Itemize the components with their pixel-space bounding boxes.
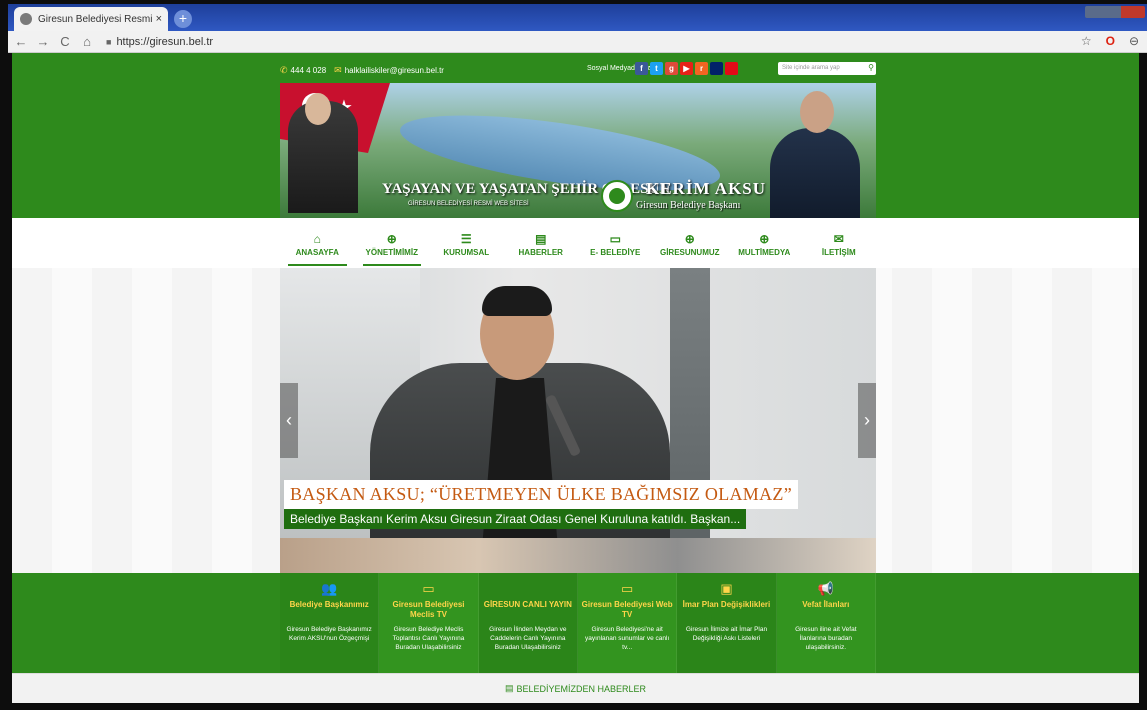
quicklink-desc: Giresun İlimize ait İmar Plan Değişikliğ… [685, 626, 768, 642]
quicklink-box[interactable]: ▣ İmar Plan Değişiklikleri Giresun İlimize… [677, 573, 777, 673]
quicklink-box[interactable]: ▭ Giresun Belediyesi Meclis TV Giresun Bel… [379, 573, 479, 673]
quicklink-box[interactable]: ▭ Giresun Belediyesi Web TV Giresun Beledi… [577, 573, 678, 673]
favicon-icon [20, 13, 32, 25]
header-banner: ★ YAŞAYAN VE YAŞATAN ŞEHİR GİRESUN GİRES… [280, 83, 876, 218]
monitor-icon: ▭ [609, 231, 621, 246]
slider-summary[interactable]: Belediye Başkanı Kerim Aksu Giresun Zira… [284, 509, 747, 529]
menu-icon: ☰ [460, 231, 472, 246]
opera-icon[interactable]: O [1106, 34, 1115, 48]
plus-circle-icon: ⊕ [386, 231, 397, 246]
twitter-icon[interactable]: t [650, 62, 663, 75]
municipality-logo[interactable] [601, 180, 633, 212]
browser-window: Giresun Belediyesi Resmi Web S... × + ← … [0, 0, 1147, 710]
monitor-icon: ▭ [621, 581, 634, 596]
quicklink-box[interactable]: GİRESUN CANLI YAYIN Giresun İlinden Meyda… [478, 573, 578, 673]
nav-label: E- BELEDİYE [590, 247, 641, 257]
rss-icon[interactable]: r [695, 62, 708, 75]
quicklink-desc: Giresun iline ait Vefat İlanlarına burad… [795, 626, 857, 651]
new-tab-button[interactable]: + [174, 10, 192, 28]
quicklink-box[interactable]: 📢 Vefat İlanları Giresun iline ait Vefat İ… [776, 573, 876, 673]
slider-headline[interactable]: BAŞKAN AKSU; “ÜRETMEYEN ÜLKE BAĞIMSIZ OL… [284, 480, 798, 509]
phone-number[interactable]: 444 4 028 [291, 66, 327, 75]
url-field[interactable]: ■ https://giresun.bel.tr [106, 36, 213, 48]
quicklinks: 👥 Belediye Başkanımız Giresun Belediye Baş… [280, 573, 876, 673]
quicklink-title: Giresun Belediyesi Web TV [581, 600, 673, 619]
address-bar: ← → C ⌂ ■ https://giresun.bel.tr ☆ O ⊖ [8, 31, 1147, 53]
quicklink-title: Giresun Belediyesi Meclis TV [392, 600, 465, 619]
back-icon[interactable]: ← [12, 34, 30, 49]
megaphone-icon: 📢 [817, 581, 834, 596]
news-section-header[interactable]: ▤ BELEDİYEMİZDEN HABERLER [12, 673, 1139, 703]
news-section-title: BELEDİYEMİZDEN HABERLER [516, 683, 647, 694]
plus-circle-icon: ⊕ [759, 231, 770, 246]
email-link[interactable]: halklailiskiler@giresun.bel.tr [345, 66, 444, 75]
account-icon[interactable]: ⊖ [1129, 34, 1139, 48]
quicklink-box[interactable]: 👥 Belediye Başkanımız Giresun Belediye Baş… [280, 573, 380, 673]
tab-strip: Giresun Belediyesi Resmi Web S... × + [8, 4, 1147, 31]
toolbar-right: ☆ O ⊖ [1081, 34, 1139, 48]
quicklink-desc: Giresun Belediye Meclis Toplantısı Canlı… [392, 626, 465, 651]
quicklink-title: İmar Plan Değişiklikleri [682, 600, 771, 609]
quicklink-title: Belediye Başkanımız [289, 600, 369, 609]
home-icon: ⌂ [313, 231, 321, 246]
social-icons: f t g ▶ r [635, 62, 738, 75]
url-text: https://giresun.bel.tr [116, 35, 214, 48]
search-placeholder: Site içinde arama yap [782, 65, 840, 71]
quicklink-desc: Giresun Belediye Başkanımız Kerim AKSU'n… [286, 626, 372, 642]
email-icon: ✉ [334, 64, 342, 75]
users-icon: 👥 [321, 581, 338, 596]
main-nav: ⌂ ANASAYFA ⊕ YÖNETİMİMİZ ☰ KURUMSAL ▤ HABERLER ▭… [280, 222, 876, 266]
slider-next-button[interactable]: › [858, 383, 876, 458]
quicklink-title: GİRESUN CANLI YAYIN [483, 600, 572, 609]
search-icon[interactable]: ⚲ [868, 63, 874, 72]
reload-icon[interactable]: C [56, 34, 74, 49]
tab-title: Giresun Belediyesi Resmi Web S... [38, 13, 152, 25]
bookmark-star-icon[interactable]: ☆ [1081, 34, 1092, 48]
plus-circle-icon: ⊕ [684, 231, 695, 246]
blank-icon [479, 581, 577, 597]
newspaper-icon: ▤ [535, 231, 547, 246]
briefcase-icon: ▣ [720, 581, 733, 596]
mayor-name: KERİM AKSU [646, 179, 767, 198]
nav-item-8[interactable]: ✉ İLETİŞİM [802, 222, 877, 266]
nav-item-7[interactable]: ⊕ MULTİMEDYA [727, 222, 802, 266]
mayor-image [770, 128, 860, 218]
slider-prev-button[interactable]: ‹ [280, 383, 298, 458]
banner-subtitle: GİRESUN BELEDİYESİ RESMİ WEB SİTESİ [408, 201, 529, 207]
monitor-icon: ▭ [422, 581, 435, 596]
facebook-icon[interactable]: f [635, 62, 648, 75]
nav-item-6[interactable]: ⊕ GİRESUNUMUZ [653, 222, 728, 266]
phone-icon: ✆ [280, 64, 288, 75]
mayor-title: Giresun Belediye Başkanı [636, 200, 741, 211]
nav-item-3[interactable]: ☰ KURUMSAL [429, 222, 504, 266]
nav-label: GİRESUNUMUZ [659, 247, 720, 257]
nav-label: KURUMSAL [443, 247, 490, 257]
nav-label: HABERLER [518, 247, 563, 257]
lock-icon: ■ [106, 36, 112, 47]
close-tab-icon[interactable]: × [156, 13, 162, 25]
window-controls[interactable] [1085, 6, 1145, 18]
nav-item-5[interactable]: ▭ E- BELEDİYE [578, 222, 653, 266]
nav-item-2[interactable]: ⊕ YÖNETİMİMİZ [355, 222, 430, 266]
newspaper-icon: ▤ [504, 683, 514, 693]
envelope-icon: ✉ [833, 231, 844, 246]
browser-tab[interactable]: Giresun Belediyesi Resmi Web S... × [14, 7, 168, 31]
nav-item-4[interactable]: ▤ HABERLER [504, 222, 579, 266]
home-icon[interactable]: ⌂ [78, 34, 96, 49]
forward-icon[interactable]: → [34, 34, 52, 49]
nav-label: ANASAYFA [295, 247, 339, 257]
nav-label: İLETİŞİM [821, 247, 856, 257]
quicklink-title: Vefat İlanları [802, 600, 850, 609]
nav-label: YÖNETİMİMİZ [365, 247, 418, 257]
quicklink-desc: Giresun İlinden Meydan ve Caddelerin Can… [489, 626, 567, 651]
youtube-icon[interactable]: ▶ [680, 62, 693, 75]
turkish-icon[interactable] [725, 62, 738, 75]
google-plus-icon[interactable]: g [665, 62, 678, 75]
quicklink-desc: Giresun Belediyesi'ne ait yayınlanan sun… [585, 626, 670, 651]
english-icon[interactable] [710, 62, 723, 75]
web-page: ✆ 444 4 028 ✉ halklailiskiler@giresun.be… [12, 53, 1139, 703]
search-input[interactable]: Site içinde arama yap ⚲ [778, 62, 876, 75]
nav-item-1[interactable]: ⌂ ANASAYFA [280, 222, 355, 266]
nav-label: MULTİMEDYA [738, 247, 791, 257]
